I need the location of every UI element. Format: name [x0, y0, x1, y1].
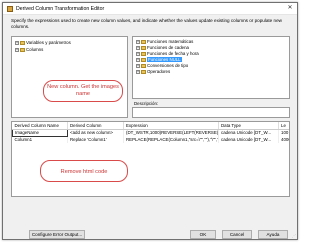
expand-icon[interactable]: + [136, 69, 140, 74]
cell-expression[interactable]: REPLACE(REPLACE(Column1,"src=\"",""),"\"… [123, 136, 219, 143]
tree-item-columns[interactable]: + Columns [15, 47, 43, 53]
cancel-button[interactable]: Cancel [222, 230, 252, 239]
expand-icon[interactable]: + [136, 45, 140, 50]
app-icon [7, 6, 13, 12]
window-title: Derived Column Transformation Editor [16, 6, 105, 12]
cell-column-name[interactable]: ImageName [12, 128, 68, 137]
folder-icon [141, 63, 146, 68]
title-bar: Derived Column Transformation Editor ✕ [3, 3, 297, 15]
help-button[interactable]: Ayuda [258, 230, 288, 239]
folder-icon [20, 40, 25, 45]
tree-item-label: Funciones matemáticas [147, 39, 194, 44]
folder-icon [20, 47, 25, 52]
ok-button[interactable]: OK [190, 230, 216, 239]
resize-grip-icon[interactable]: ⋰ [292, 233, 296, 238]
annotation-callout-new-column: New column. Get the images name [43, 80, 123, 102]
tree-item-operators[interactable]: + Operadores [136, 69, 170, 75]
derived-columns-grid[interactable]: Derived Column Name Derived Column Expre… [11, 121, 290, 197]
grid-header-row: Derived Column Name Derived Column Expre… [12, 122, 289, 130]
tree-item-label: Columns [26, 47, 44, 52]
expand-icon[interactable]: + [15, 40, 19, 45]
cell-length[interactable]: 100 [278, 129, 289, 136]
expand-icon[interactable]: + [136, 39, 140, 44]
derived-column-editor-window: Derived Column Transformation Editor ✕ S… [2, 2, 298, 240]
tree-item-label: Conversiones de tipo [147, 63, 189, 68]
tree-item-label: Funciones de fecha y hora [147, 51, 199, 56]
column-header-derived[interactable]: Derived Column [67, 122, 124, 130]
tree-item-variables[interactable]: + Variables y parámetros [15, 40, 71, 46]
folder-icon [141, 51, 146, 56]
column-header-expression[interactable]: Expression [123, 122, 219, 130]
table-row[interactable]: Column1 Replace 'Column1' REPLACE(REPLAC… [12, 136, 289, 143]
tree-item-label: Funciones de cadena [147, 45, 189, 50]
annotation-callout-remove-html: Remove html code [40, 160, 128, 182]
cell-data-type[interactable]: cadena Unicode [DT_W... [218, 129, 279, 136]
cell-expression[interactable]: (DT_WSTR,1000)REVERSE(LEFT(REVERSE(REPLA… [123, 129, 219, 136]
configure-error-output-button[interactable]: Configure Error Output... [29, 230, 85, 239]
editor-description: Specify the expressions used to create n… [11, 18, 282, 29]
cell-column-name[interactable]: Column1 [12, 136, 68, 143]
tree-item-label: Operadores [147, 69, 171, 74]
expand-icon[interactable]: + [136, 63, 140, 68]
folder-icon [141, 57, 146, 62]
cell-length[interactable]: 4000 [278, 136, 289, 143]
cell-derived-column[interactable]: Replace 'Column1' [67, 136, 124, 143]
folder-icon [141, 45, 146, 50]
description-label: Descripción: [134, 101, 159, 106]
expand-icon[interactable]: + [15, 47, 19, 52]
column-header-length[interactable]: Le [278, 122, 289, 130]
expand-icon[interactable]: + [136, 57, 140, 62]
expand-icon[interactable]: + [136, 51, 140, 56]
variables-columns-tree[interactable]: + Variables y parámetros + Columns [11, 36, 128, 118]
functions-tree[interactable]: + Funciones matemáticas + Funciones de cad… [132, 36, 290, 99]
folder-icon [141, 69, 146, 74]
column-header-name[interactable]: Derived Column Name [12, 122, 68, 130]
function-description-box [132, 107, 290, 118]
tree-item-label: Funciones NULL [147, 57, 182, 62]
tree-item-label: Variables y parámetros [26, 40, 71, 45]
close-icon[interactable]: ✕ [285, 4, 295, 13]
column-header-data-type[interactable]: Data Type [218, 122, 279, 130]
folder-icon [141, 39, 146, 44]
table-row[interactable]: ImageName <add as new column> (DT_WSTR,1… [12, 128, 289, 137]
cell-data-type[interactable]: cadena Unicode [DT_W... [218, 136, 279, 143]
cell-derived-column[interactable]: <add as new column> [67, 129, 124, 136]
